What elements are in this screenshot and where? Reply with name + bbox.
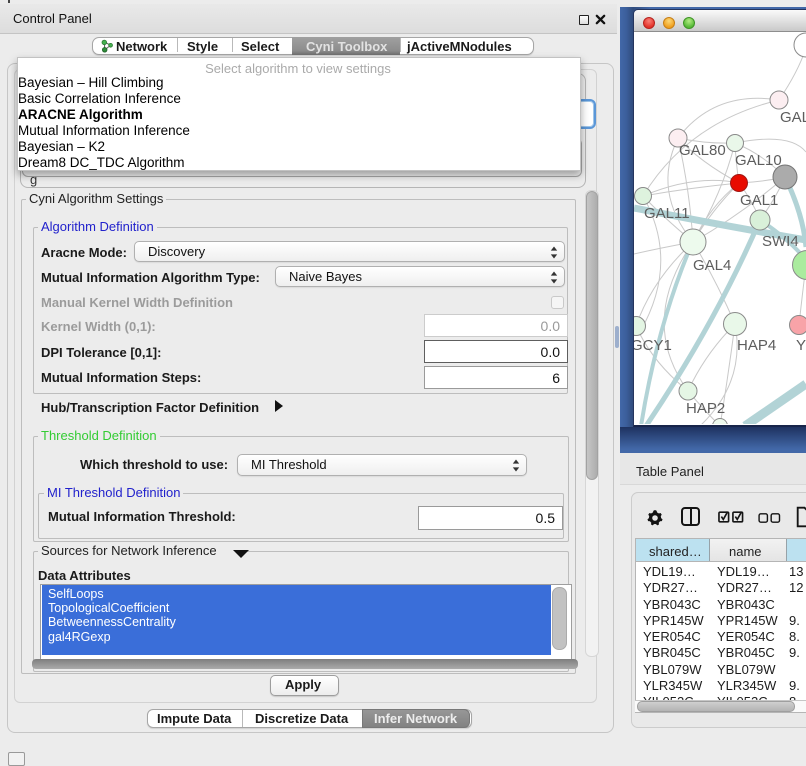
- svg-text:GAL11: GAL11: [644, 205, 690, 222]
- svg-text:GAL1: GAL1: [740, 192, 778, 209]
- svg-text:GAL4: GAL4: [693, 257, 731, 274]
- svg-text:GAL: GAL: [780, 109, 806, 126]
- svg-text:GAL10: GAL10: [735, 152, 782, 169]
- svg-text:GAL80: GAL80: [679, 142, 726, 159]
- svg-text:HAP4: HAP4: [737, 337, 776, 354]
- svg-text:Y: Y: [796, 337, 806, 354]
- svg-text:HAP2: HAP2: [686, 400, 725, 417]
- svg-text:GCY1: GCY1: [634, 337, 672, 354]
- svg-text:SWI4: SWI4: [762, 233, 799, 250]
